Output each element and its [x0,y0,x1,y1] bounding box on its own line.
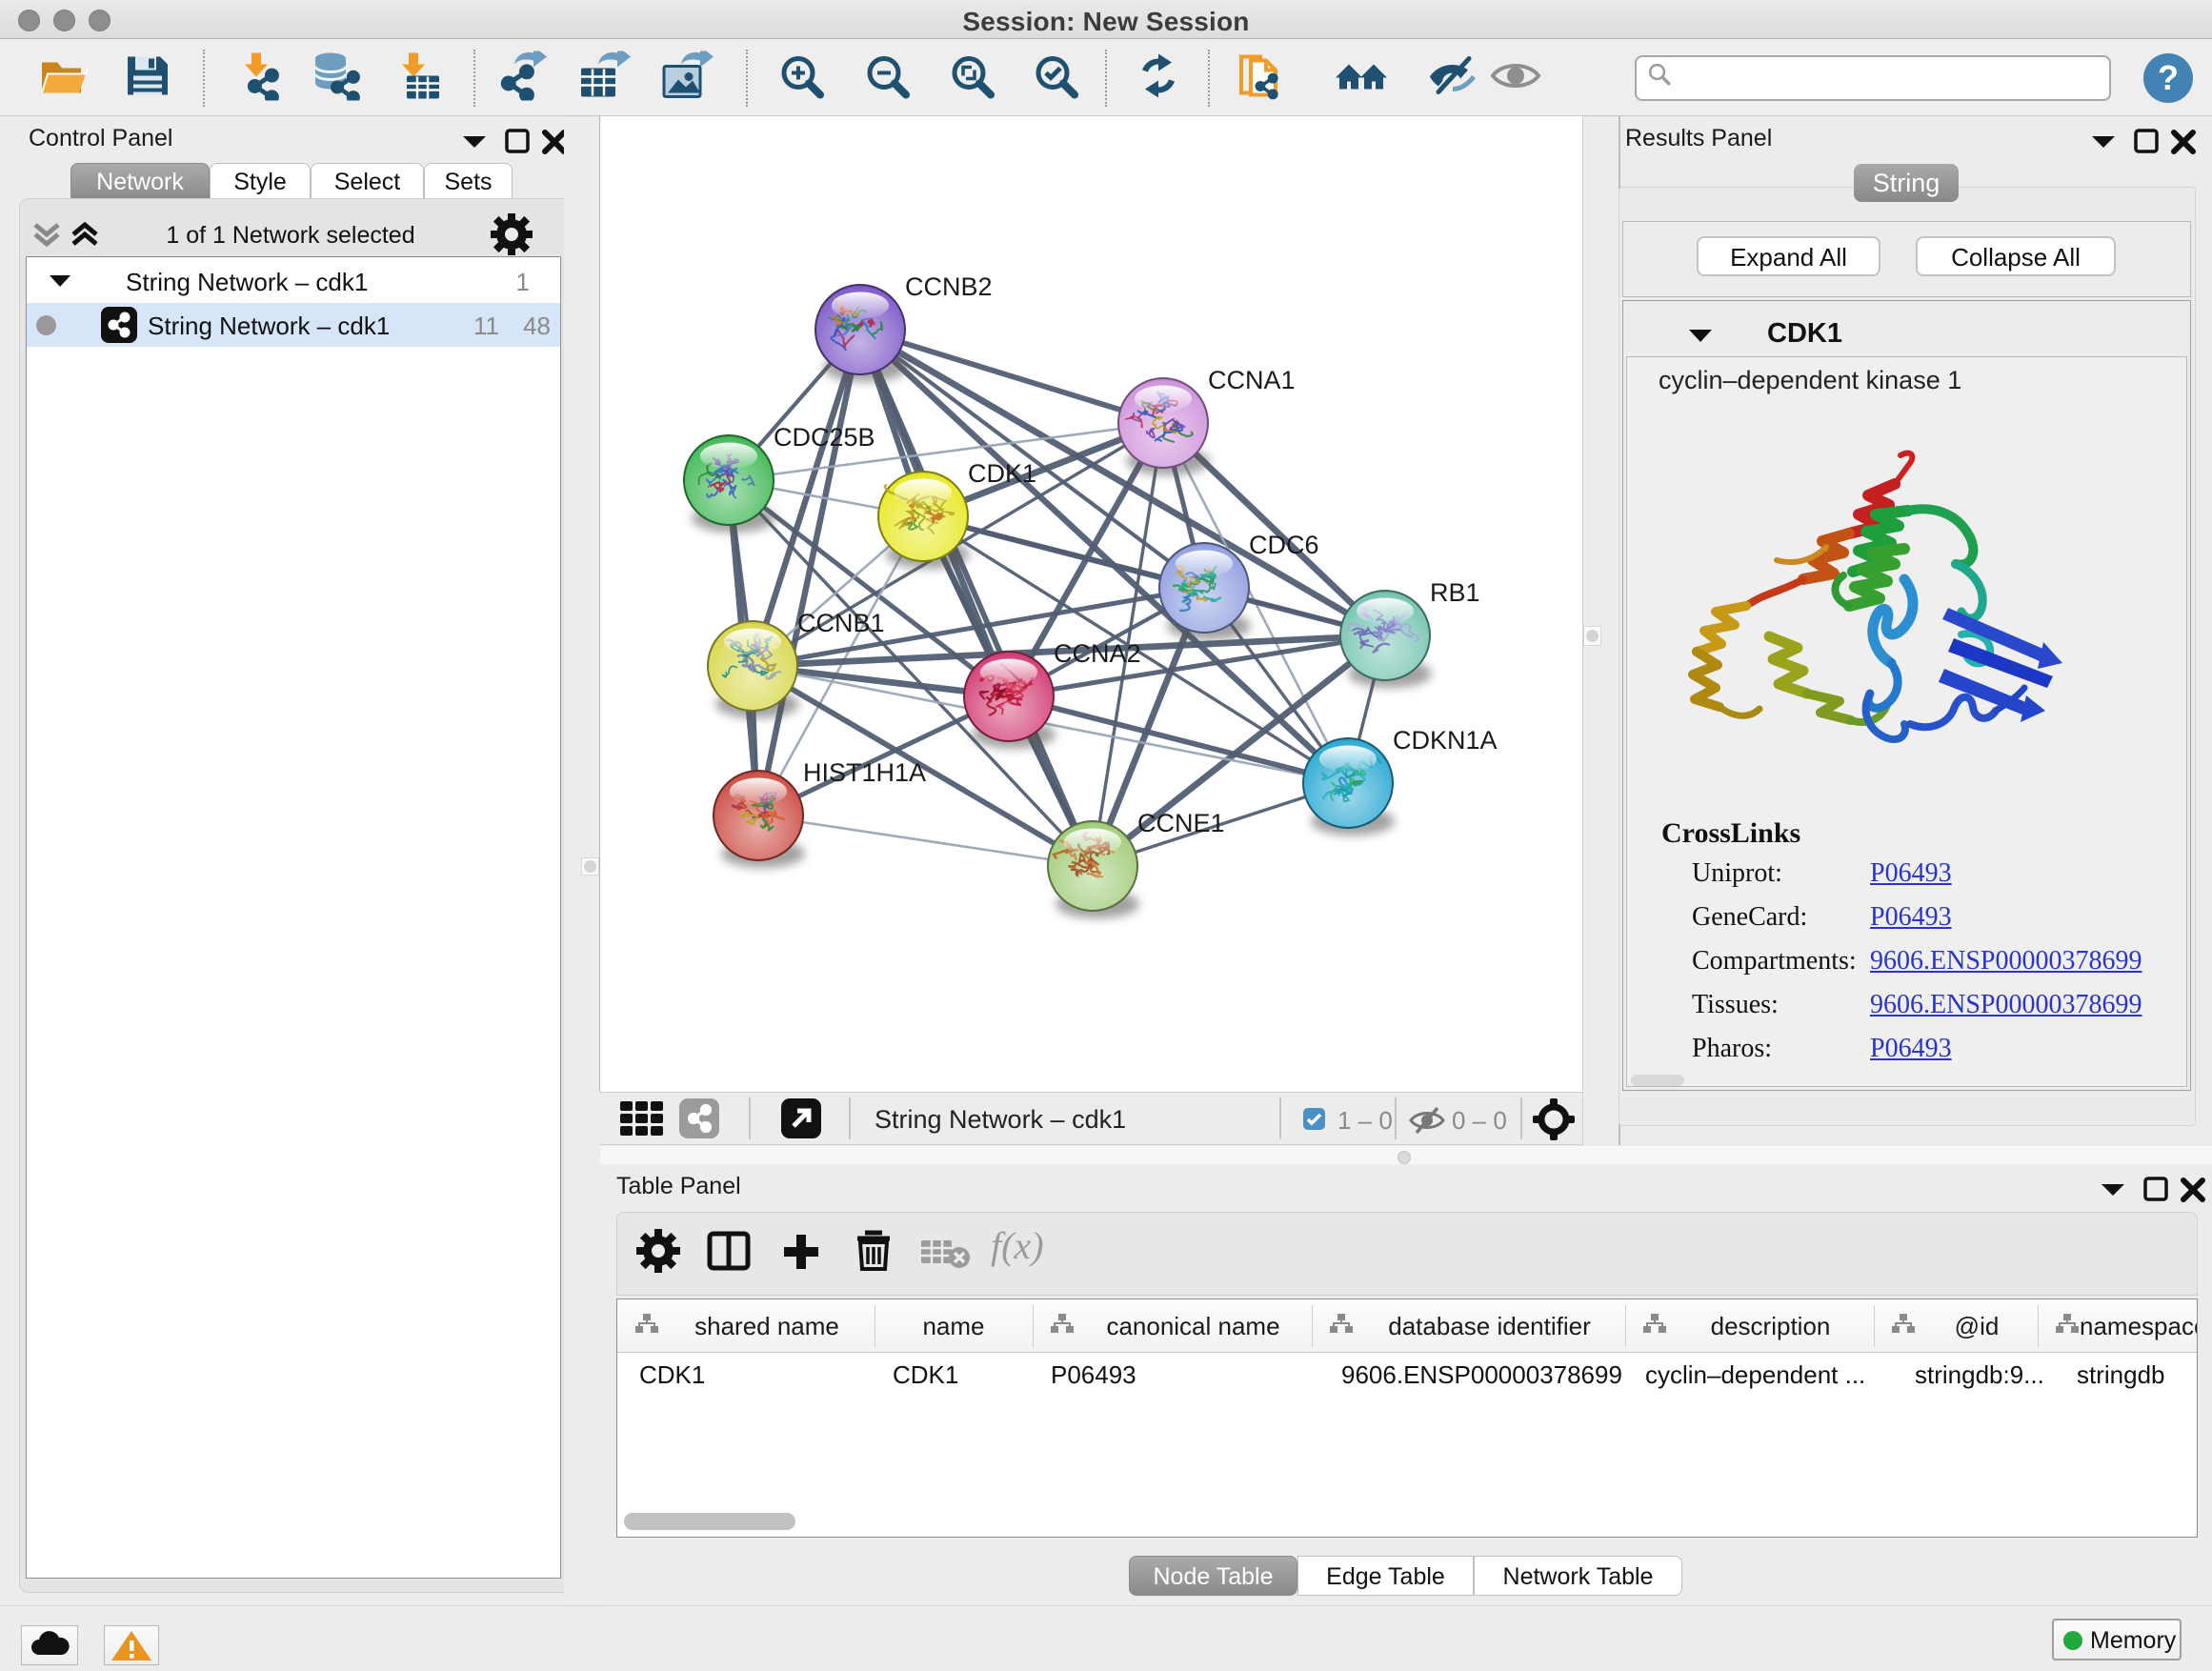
svg-text:CCNA1: CCNA1 [1208,366,1296,394]
svg-text:CCNB2: CCNB2 [905,272,993,301]
svg-text:CDC6: CDC6 [1249,531,1319,559]
svg-text:HIST1H1A: HIST1H1A [803,758,926,787]
svg-text:CCNB1: CCNB1 [797,609,885,637]
svg-text:RB1: RB1 [1430,578,1480,607]
svg-text:CDK1: CDK1 [968,459,1036,488]
svg-text:CCNE1: CCNE1 [1137,809,1225,837]
svg-text:CCNA2: CCNA2 [1054,639,1141,668]
svg-text:CDC25B: CDC25B [774,423,875,452]
svg-text:CDKN1A: CDKN1A [1393,726,1498,755]
